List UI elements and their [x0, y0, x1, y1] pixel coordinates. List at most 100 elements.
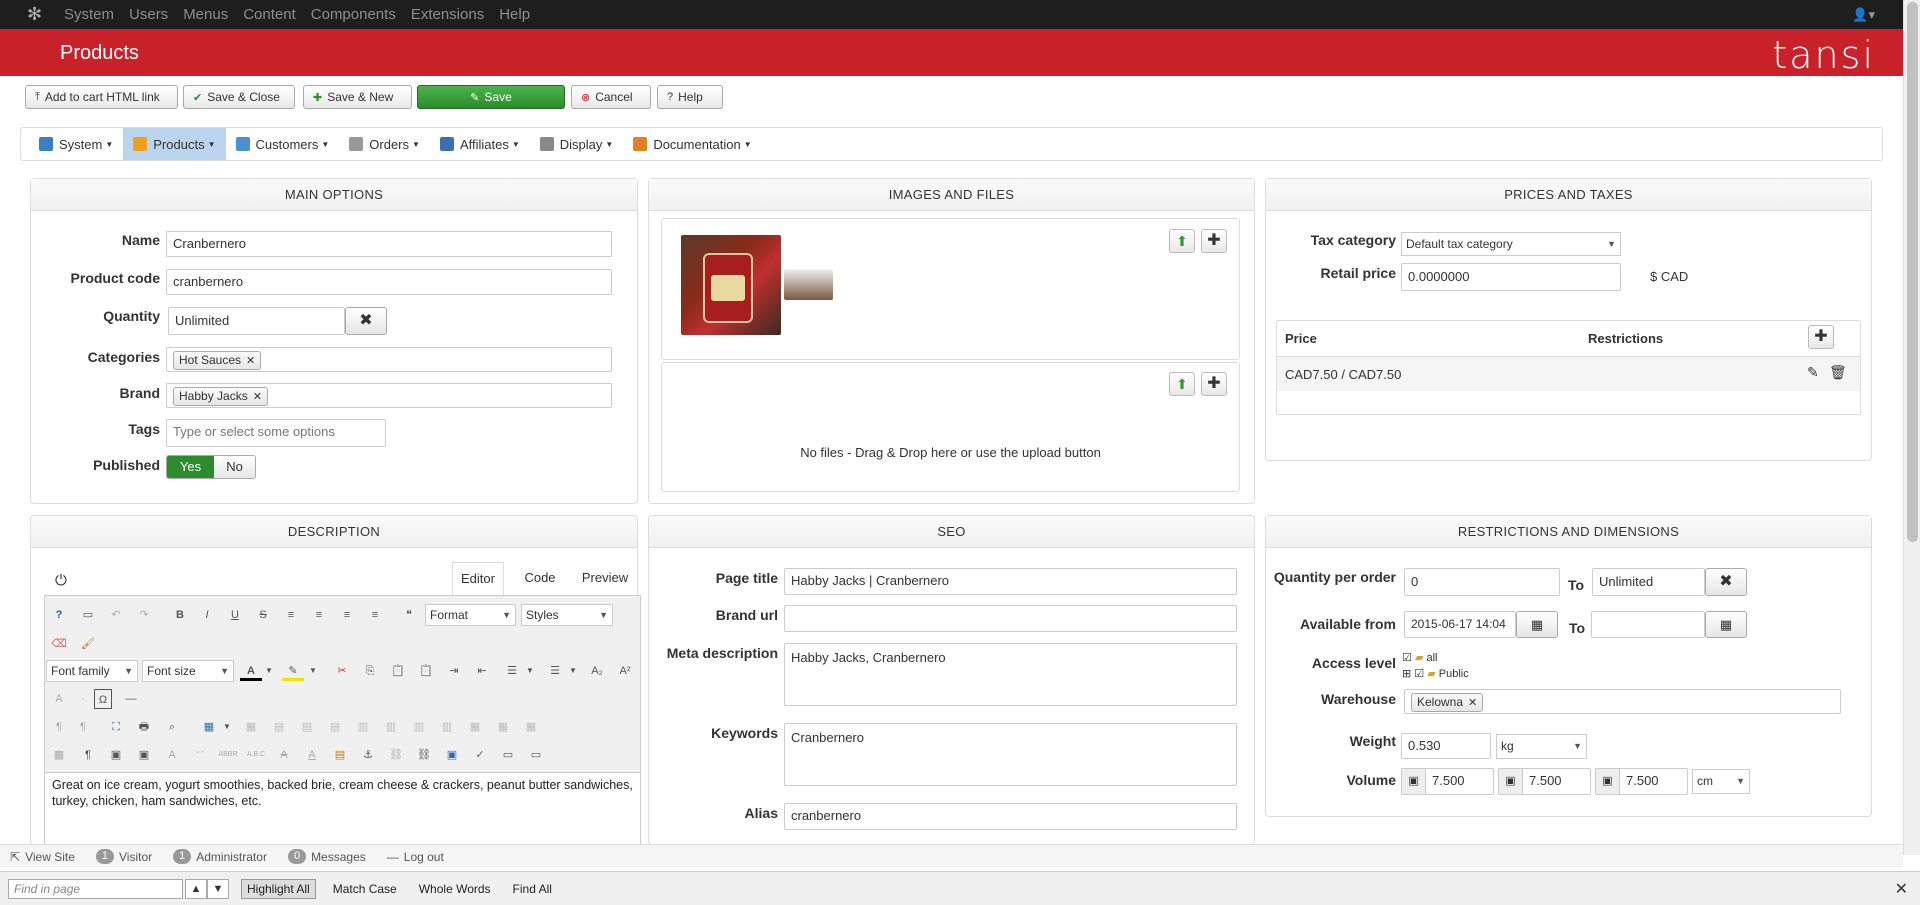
menu-help[interactable]: Help	[499, 6, 530, 23]
paragraph-rtl-icon[interactable]: ¶	[72, 717, 94, 737]
help-button[interactable]: ? Help	[657, 85, 723, 109]
align-justify-icon[interactable]: ≡	[280, 605, 302, 625]
visual-aid-icon[interactable]: ▦	[48, 745, 70, 765]
volume-height-field[interactable]: ▣ 7.500	[1595, 768, 1688, 795]
user-menu-icon[interactable]: 👤▾	[1852, 7, 1875, 23]
format-painter-icon[interactable]: 🖌	[77, 634, 99, 654]
available-from-calendar-button[interactable]: ▦	[1516, 611, 1558, 638]
find-previous-button[interactable]: ▲	[185, 878, 207, 899]
highlight-color-icon[interactable]: ✎	[282, 661, 304, 681]
available-to-field[interactable]	[1591, 611, 1705, 638]
find-all-button[interactable]: Find All	[508, 880, 557, 898]
anchor-icon[interactable]: ⚓	[357, 745, 379, 765]
add-file-button[interactable]: ✚	[1201, 372, 1227, 396]
view-site-link[interactable]: ⇱ View Site	[10, 850, 75, 864]
vertical-scrollbar[interactable]	[1903, 0, 1920, 855]
meta-description-field[interactable]: Habby Jacks, Cranbernero	[784, 643, 1237, 706]
pagebreak-icon[interactable]: ▭	[497, 745, 519, 765]
text-direction-icon[interactable]: A	[48, 689, 70, 709]
underline-icon[interactable]: U	[224, 605, 246, 625]
chevron-down-icon[interactable]: ▼	[562, 661, 584, 681]
page-title-field[interactable]: Habby Jacks | Cranbernero	[784, 568, 1237, 595]
menu-components[interactable]: Components	[311, 6, 396, 23]
style-props-icon[interactable]: A	[161, 745, 183, 765]
table-row[interactable]: CAD7.50 / CAD7.50 ✎ 🗑	[1277, 357, 1860, 391]
bold-icon[interactable]: B	[169, 605, 191, 625]
save-close-button[interactable]: ✔ Save & Close	[183, 85, 295, 109]
nav-affiliates[interactable]: Affiliates ▼	[430, 128, 530, 160]
volume-length-field[interactable]: ▣ 7.500	[1401, 768, 1494, 795]
col-before-icon[interactable]: ▥	[380, 717, 402, 737]
find-input[interactable]: Find in page	[8, 878, 183, 899]
spellcheck-icon[interactable]: ✓	[469, 745, 491, 765]
cut-icon[interactable]: ✂	[331, 661, 353, 681]
chevron-down-icon[interactable]: ▼	[258, 661, 280, 681]
row-props-icon[interactable]: ▦	[520, 717, 542, 737]
subscript-icon[interactable]: A₂	[586, 661, 608, 681]
nav-system[interactable]: System ▼	[29, 128, 123, 160]
pencil-icon[interactable]: ✎	[1807, 364, 1819, 381]
close-find-icon[interactable]: ✕	[1895, 879, 1908, 899]
find-next-button[interactable]: ▼	[207, 878, 229, 899]
retail-price-field[interactable]: 0.0000000	[1401, 263, 1621, 291]
product-image-thumb[interactable]	[784, 269, 833, 300]
show-blocks-icon[interactable]: ¶	[77, 745, 99, 765]
paste-icon[interactable]: 📋	[387, 661, 409, 681]
remove-icon[interactable]: ✕	[1468, 697, 1477, 709]
add-to-cart-html-link-button[interactable]: ⤒ Add to cart HTML link	[25, 85, 178, 109]
weight-unit-select[interactable]: kg ▼	[1496, 734, 1587, 759]
clear-max-quantity-button[interactable]: ✖	[1705, 568, 1747, 596]
fullscreen-icon[interactable]: ⛶	[105, 717, 127, 737]
categories-field[interactable]: Hot Sauces ✕	[166, 347, 612, 372]
available-from-field[interactable]: 2015-06-17 14:04	[1404, 611, 1516, 638]
published-yes[interactable]: Yes	[167, 456, 214, 478]
merge-cells-icon[interactable]: ▥	[352, 717, 374, 737]
brand-field[interactable]: Habby Jacks ✕	[166, 383, 612, 408]
upload-file-button[interactable]: ⬆	[1169, 372, 1195, 396]
published-no[interactable]: No	[214, 456, 255, 478]
nav-documentation[interactable]: Documentation ▼	[623, 128, 761, 160]
volume-width-field[interactable]: ▣ 7.500	[1498, 768, 1591, 795]
visitors-link[interactable]: 1 Visitor	[95, 849, 152, 864]
volume-unit-select[interactable]: cm ▼	[1692, 769, 1750, 794]
align-right-icon[interactable]: ≡	[364, 605, 386, 625]
add-image-button[interactable]: ✚	[1201, 229, 1227, 253]
product-code-field[interactable]: cranbernero	[166, 269, 612, 295]
table-props-icon[interactable]: ▦	[240, 717, 262, 737]
power-icon[interactable]: ⏻	[55, 572, 67, 589]
name-field[interactable]: Cranbernero	[166, 231, 612, 257]
col-after-icon[interactable]: ▥	[408, 717, 430, 737]
acronym-icon[interactable]: A.B.C	[245, 745, 267, 765]
trash-icon[interactable]: 🗑	[1829, 364, 1847, 381]
delete-col-icon[interactable]: ▥	[436, 717, 458, 737]
editor-content[interactable]: Great on ice cream, yogurt smoothies, ba…	[44, 773, 641, 845]
remove-icon[interactable]: ✕	[253, 391, 262, 403]
access-public-row[interactable]: ⊞ ☑ ▰ Public	[1402, 666, 1469, 682]
nav-products[interactable]: Products ▼	[123, 128, 226, 160]
match-case-toggle[interactable]: Match Case	[328, 880, 402, 898]
quantity-per-order-max[interactable]: Unlimited	[1592, 568, 1705, 596]
special-char-icon[interactable]: Ω	[94, 689, 112, 709]
cell-props-icon[interactable]: ▦	[492, 717, 514, 737]
chevron-down-icon[interactable]: ▼	[216, 717, 238, 737]
quantity-field[interactable]: Unlimited	[168, 307, 345, 335]
paragraph-ltr-icon[interactable]: ¶	[48, 717, 70, 737]
alias-field[interactable]: cranbernero	[784, 803, 1237, 830]
joomla-logo-icon[interactable]: ✻	[20, 0, 49, 29]
nav-customers[interactable]: Customers ▼	[226, 128, 340, 160]
checkbox-icon[interactable]: ☑	[1414, 668, 1424, 680]
tags-field[interactable]: Type or select some options	[166, 419, 386, 447]
clear-quantity-button[interactable]: ✖	[345, 307, 387, 335]
save-new-button[interactable]: ✚ Save & New	[303, 85, 412, 109]
cancel-button[interactable]: ⊗ Cancel	[571, 85, 651, 109]
align-left-icon[interactable]: ≡	[336, 605, 358, 625]
strikethrough-icon[interactable]: S	[252, 605, 274, 625]
new-document-icon[interactable]: ▭	[77, 605, 99, 625]
print-icon[interactable]: 🖶	[133, 717, 155, 737]
nav-display[interactable]: Display ▼	[530, 128, 624, 160]
unlink-icon[interactable]: ⛓	[385, 745, 407, 765]
outdent-icon[interactable]: ⇤	[471, 661, 493, 681]
image-icon[interactable]: ▣	[133, 745, 155, 765]
template-icon[interactable]: ▣	[105, 745, 127, 765]
redo-icon[interactable]: ↷	[133, 605, 155, 625]
